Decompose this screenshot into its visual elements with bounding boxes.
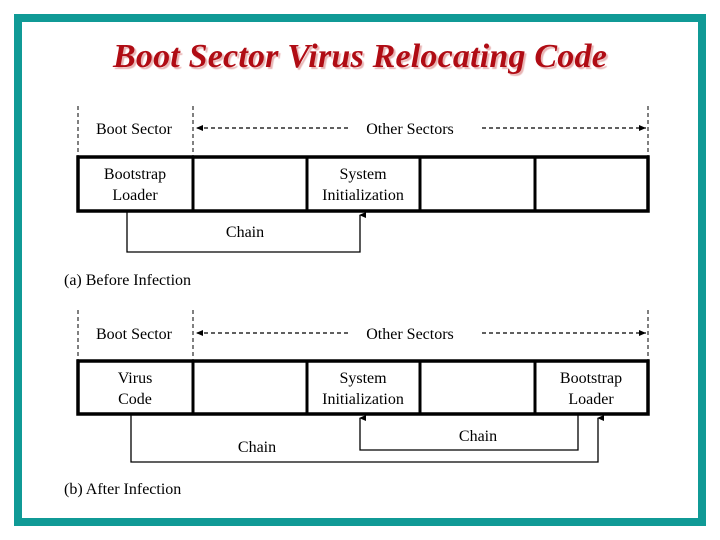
other-sectors-label: Other Sectors bbox=[366, 121, 454, 138]
cell-system-init-line2: Initialization bbox=[322, 187, 404, 204]
caption-before-infection: (a) Before Infection bbox=[64, 272, 191, 289]
chain-label: Chain bbox=[238, 439, 276, 456]
cell-system-init-line1: System bbox=[339, 370, 387, 387]
diagram-before-infection: Boot Sector Other Sectors Bootstrap Load… bbox=[64, 106, 650, 289]
chain-label: Chain bbox=[226, 224, 264, 241]
cell-system-init-line1: System bbox=[339, 166, 387, 183]
cell-bootstrap-loader-line1: Bootstrap bbox=[104, 166, 166, 183]
boot-sector-label: Boot Sector bbox=[96, 326, 173, 343]
boot-sector-label: Boot Sector bbox=[96, 121, 173, 138]
diagram-canvas: Boot Sector Other Sectors Bootstrap Load… bbox=[64, 106, 650, 498]
cell-bootstrap-loader-line2: Loader bbox=[568, 391, 614, 408]
caption-after-infection: (b) After Infection bbox=[64, 481, 181, 498]
other-sectors-label: Other Sectors bbox=[366, 326, 454, 343]
cell-virus-code-line2: Code bbox=[118, 391, 152, 408]
chain-label: Chain bbox=[459, 428, 497, 445]
cell-virus-code-line1: Virus bbox=[118, 370, 153, 387]
cell-system-init-line2: Initialization bbox=[322, 391, 404, 408]
cell-bootstrap-loader-line1: Bootstrap bbox=[560, 370, 622, 387]
cell-bootstrap-loader-line2: Loader bbox=[112, 187, 158, 204]
chain-connector-virus-to-loader bbox=[130, 415, 604, 463]
diagram-after-infection: Boot Sector Other Sectors Virus Code Sys… bbox=[64, 310, 650, 498]
